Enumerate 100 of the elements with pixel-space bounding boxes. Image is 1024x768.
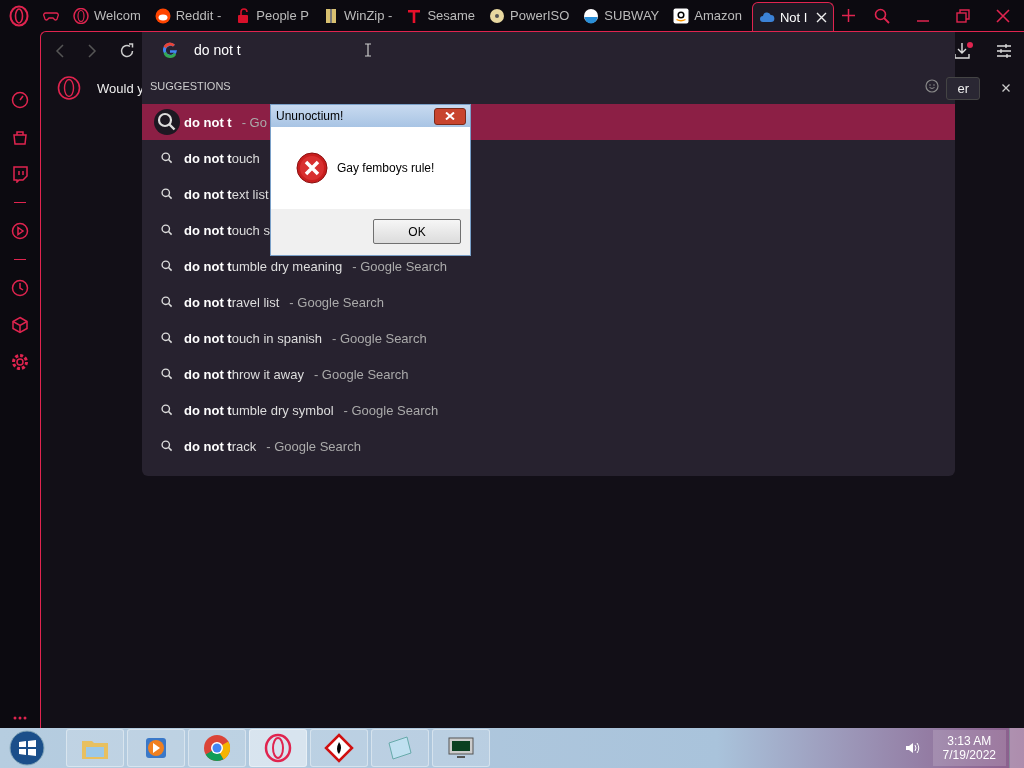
suggestion-item[interactable]: do not touch s [142, 212, 274, 248]
letter-t-icon [406, 7, 423, 24]
suggestion-item[interactable]: do not track - Google Search [142, 428, 365, 464]
download-icon[interactable] [954, 41, 974, 60]
flame-hazard-icon [324, 733, 354, 763]
suggestion-text: do not track [184, 438, 257, 454]
start-button[interactable] [9, 730, 45, 766]
search-icon [159, 402, 175, 418]
tab-title: PowerISO [510, 8, 570, 23]
disc-icon [489, 7, 506, 24]
opera-logo-icon [57, 76, 81, 100]
new-tab-icon[interactable] [842, 9, 856, 22]
suggestion-item[interactable]: do not throw it away - Google Search [142, 356, 413, 392]
opera-logo-icon[interactable] [9, 4, 29, 27]
suggestion-text: do not touch [184, 150, 260, 166]
search-icon [159, 294, 175, 310]
chrome-logo-icon [202, 733, 232, 763]
globe-icon [583, 7, 600, 24]
search-icon [159, 366, 175, 382]
suggestion-item[interactable]: do not touch in spanish - Google Search [142, 320, 431, 356]
browser-tab[interactable]: People P [231, 0, 319, 31]
section-heading: SUGGESTIONS [150, 80, 231, 92]
suggestion-text: do not travel list [184, 294, 280, 310]
more-icon[interactable] [13, 716, 27, 720]
suggestion-text: do not tumble dry symbol [184, 402, 334, 418]
suggestion-item[interactable]: do not tumble dry symbol - Google Search [142, 392, 443, 428]
speedometer-icon[interactable] [11, 91, 29, 109]
tab-title: Reddit - [175, 8, 222, 23]
smiley-icon[interactable] [925, 79, 939, 93]
ok-button[interactable]: OK [373, 219, 461, 244]
restore-icon[interactable] [956, 8, 970, 23]
close-icon [445, 112, 455, 120]
settings-sliders-icon[interactable] [996, 43, 1012, 58]
browser-tab[interactable]: Amazon [669, 0, 752, 31]
search-icon [159, 438, 175, 454]
suggestion-source: - Google Search [332, 330, 427, 346]
suggestion-item[interactable]: do not tumble dry meaning - Google Search [142, 248, 451, 284]
browser-tab[interactable]: Sesame [402, 0, 486, 31]
suggestion-source: - Google Search [266, 438, 361, 454]
suggestion-text: do not touch in spanish [184, 330, 322, 346]
clock-icon[interactable] [11, 279, 29, 297]
clock-time: 3:13 AM [947, 734, 992, 748]
search-icon [159, 150, 175, 166]
close-icon[interactable] [1002, 84, 1010, 92]
tab-title: WinZip - [344, 8, 393, 23]
search-icon[interactable] [874, 7, 890, 24]
clock-date: 7/19/2022 [942, 748, 996, 762]
tab-title: SUBWAY [604, 8, 660, 23]
suggestion-source: - Google Search [352, 258, 447, 274]
search-icon [154, 109, 180, 135]
browser-tab[interactable]: WinZip - [319, 0, 403, 31]
taskbar-button[interactable] [310, 729, 368, 767]
play-icon[interactable] [11, 222, 29, 240]
browser-tab[interactable]: Welcom [69, 0, 151, 31]
tab-title: Not I [779, 9, 808, 25]
search-icon [159, 186, 175, 202]
browser-tab[interactable]: PowerISO [485, 0, 580, 31]
forward-icon[interactable] [87, 43, 97, 58]
notification-button[interactable]: er [946, 76, 980, 100]
notepad-icon [385, 733, 415, 763]
cloud-icon [758, 9, 775, 25]
browser-tab[interactable]: Reddit - [150, 0, 232, 31]
opera-logo-icon [73, 7, 89, 24]
archive-icon [323, 7, 339, 24]
suggestion-item[interactable]: do not text list [142, 176, 273, 212]
taskbar-button[interactable] [432, 729, 490, 767]
settings-icon[interactable] [11, 353, 29, 371]
shopping-bag-icon[interactable] [11, 128, 29, 146]
suggestion-text: do not tumble dry meaning [184, 258, 343, 274]
dialog-title: Ununoctium! [276, 109, 344, 123]
taskbar-button[interactable] [249, 729, 307, 767]
suggestion-item[interactable]: do not travel list - Google Search [142, 284, 388, 320]
tab-title: Sesame [427, 8, 476, 23]
suggestion-text: do not touch s [184, 222, 270, 238]
suggestion-source: - Google Search [289, 294, 384, 310]
browser-tab[interactable]: Not I [751, 2, 835, 31]
suggestion-source: - Google Search [343, 402, 439, 418]
dialog-message: Gay femboys rule! [337, 161, 435, 175]
address-field[interactable]: do not t [194, 42, 304, 58]
search-icon [159, 222, 175, 238]
amazon-logo-icon [673, 7, 690, 24]
text-cursor-icon [364, 43, 372, 57]
suggestion-source: - Google Search [313, 366, 409, 382]
suggestion-item[interactable]: do not touch [142, 140, 264, 176]
suggestion-text: do not text list [184, 186, 269, 202]
search-icon [159, 330, 175, 346]
back-icon[interactable] [55, 43, 65, 58]
cube-icon[interactable] [11, 316, 29, 334]
error-icon [296, 152, 328, 184]
speaker-icon[interactable] [903, 740, 920, 756]
suggestion-source: - Go [241, 114, 267, 130]
browser-tab[interactable]: SUBWAY [579, 0, 670, 31]
reddit-logo-icon [154, 7, 171, 24]
close-button[interactable] [434, 107, 466, 125]
reload-icon[interactable] [119, 42, 135, 59]
opera-logo-icon [263, 733, 293, 763]
search-icon [159, 258, 175, 274]
chat-bubble-icon[interactable] [11, 165, 29, 183]
close-tab-icon[interactable] [816, 11, 828, 23]
suggestion-text: do not t [184, 114, 232, 130]
